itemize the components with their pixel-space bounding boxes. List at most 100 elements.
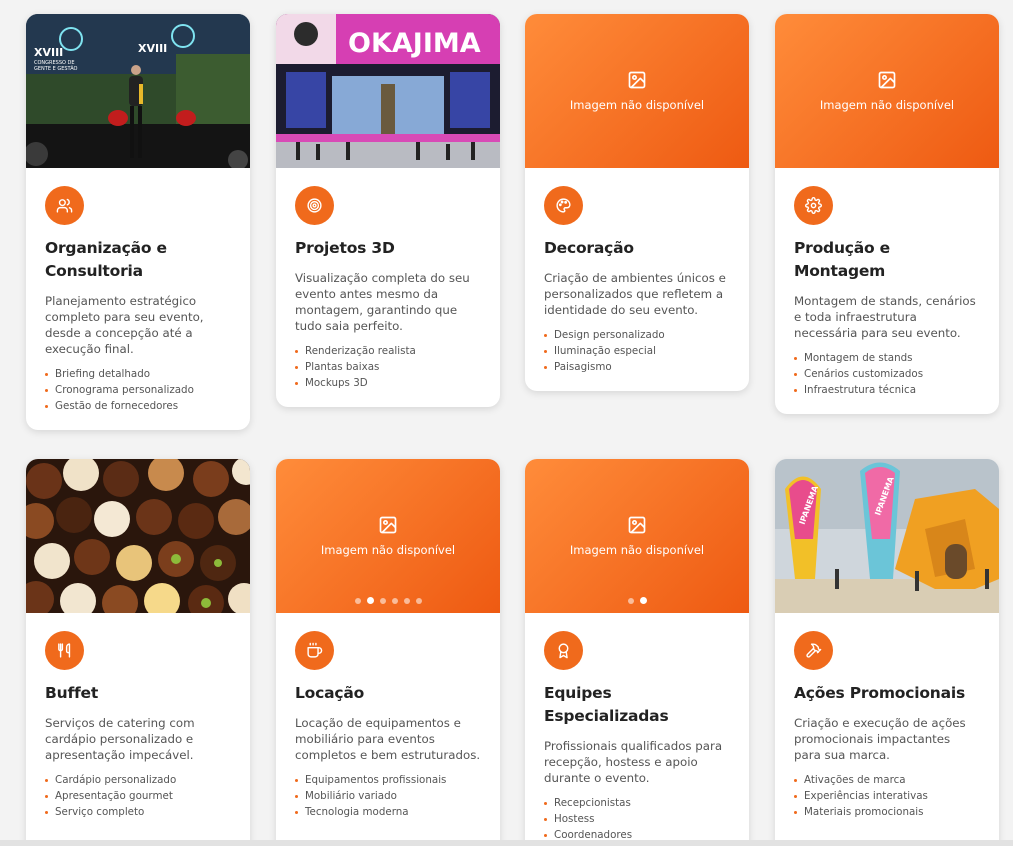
hammer-icon — [794, 631, 833, 670]
carousel-dot[interactable] — [391, 597, 398, 604]
list-item: Gestão de fornecedores — [45, 398, 231, 414]
photo-text-1: XVIII — [34, 46, 63, 59]
image-placeholder: Imagem não disponível — [525, 459, 749, 613]
carousel-dots — [276, 597, 500, 604]
feature-list: Design personalizado Iluminação especial… — [544, 327, 730, 375]
feature-list: Renderização realista Plantas baixas Moc… — [295, 343, 481, 391]
card-title-line: Locação — [295, 684, 365, 702]
list-item: Materiais promocionais — [794, 804, 980, 820]
carousel-dots — [525, 597, 749, 604]
service-card-producao[interactable]: Imagem não disponível Produção e Montage… — [775, 14, 999, 414]
list-item: Cronograma personalizado — [45, 382, 231, 398]
list-item: Apresentação gourmet — [45, 788, 231, 804]
carousel-dot-active[interactable] — [639, 597, 647, 604]
card-title: Ações Promocionais — [794, 682, 980, 705]
feature-list: Equipamentos profissionais Mobiliário va… — [295, 772, 481, 820]
card-description: Criação e execução de ações promocionais… — [794, 716, 966, 762]
list-item: Cenários customizados — [794, 366, 980, 382]
list-item: Serviço completo — [45, 804, 231, 820]
card-photo — [26, 459, 250, 613]
card-title-line: Projetos 3D — [295, 239, 395, 257]
service-card-decoracao[interactable]: Imagem não disponível Decoração Criação … — [525, 14, 749, 391]
service-card-acoes[interactable]: IPANEMA IPANEMA Ações Promocionais Criaç… — [775, 459, 999, 846]
card-title: Buffet — [45, 682, 231, 705]
feature-list: Briefing detalhado Cronograma personaliz… — [45, 366, 231, 414]
card-title-line: Decoração — [544, 239, 634, 257]
card-title: Decoração — [544, 237, 730, 260]
carousel-dot[interactable] — [403, 597, 410, 604]
carousel-dot[interactable] — [354, 597, 361, 604]
card-title: Equipes Especializadas — [544, 682, 730, 728]
card-title: Produção e Montagem — [794, 237, 980, 283]
card-title: Projetos 3D — [295, 237, 481, 260]
target-icon — [295, 186, 334, 225]
award-icon — [544, 631, 583, 670]
image-placeholder: Imagem não disponível — [276, 459, 500, 613]
event-stage-photo: XVIII CONGRESSO DE GENTE E GESTÃO XVIII — [26, 14, 250, 168]
card-title-line: Ações Promocionais — [794, 684, 966, 702]
palette-icon — [544, 186, 583, 225]
list-item: Infraestrutura técnica — [794, 382, 980, 398]
service-card-buffet[interactable]: Buffet Serviços de catering com cardápio… — [26, 459, 250, 846]
card-title-line: Montagem — [794, 262, 886, 280]
service-card-locacao[interactable]: Imagem não disponível Locação Locação de… — [276, 459, 500, 846]
list-item: Mobiliário variado — [295, 788, 481, 804]
carousel-dot[interactable] — [627, 597, 634, 604]
card-description: Profissionais qualificados para recepção… — [544, 739, 723, 785]
bottom-scroll-edge — [0, 840, 1013, 846]
list-item: Renderização realista — [295, 343, 481, 359]
carousel-dot[interactable] — [415, 597, 422, 604]
carousel-dot-active[interactable] — [366, 597, 374, 604]
card-title-line: Organização e — [45, 239, 167, 257]
feature-list: Montagem de stands Cenários customizados… — [794, 350, 980, 398]
service-card-equipes[interactable]: Imagem não disponível Equipes Especializ… — [525, 459, 749, 846]
photo-text: OKAJIMA — [348, 28, 481, 59]
list-item: Cardápio personalizado — [45, 772, 231, 788]
image-placeholder: Imagem não disponível — [525, 14, 749, 168]
list-item: Equipamentos profissionais — [295, 772, 481, 788]
3d-render-photo: OKAJIMA — [276, 14, 500, 168]
gear-icon — [794, 186, 833, 225]
users-icon — [45, 186, 84, 225]
card-photo: IPANEMA IPANEMA — [775, 459, 999, 613]
card-title-line: Produção e — [794, 239, 890, 257]
placeholder-text: Imagem não disponível — [320, 543, 456, 557]
card-description: Montagem de stands, cenários e toda infr… — [794, 294, 976, 340]
card-description: Serviços de catering com cardápio person… — [45, 716, 195, 762]
card-title-line: Equipes — [544, 684, 612, 702]
list-item: Briefing detalhado — [45, 366, 231, 382]
image-icon — [878, 71, 896, 89]
card-title: Organização e Consultoria — [45, 237, 231, 283]
utensils-icon — [45, 631, 84, 670]
list-item: Plantas baixas — [295, 359, 481, 375]
promo-inflatable-photo: IPANEMA IPANEMA — [775, 459, 999, 613]
card-title-line: Buffet — [45, 684, 99, 702]
card-title: Locação — [295, 682, 481, 705]
list-item: Tecnologia moderna — [295, 804, 481, 820]
placeholder-text: Imagem não disponível — [819, 98, 955, 112]
service-card-organizacao[interactable]: XVIII CONGRESSO DE GENTE E GESTÃO XVIII — [26, 14, 250, 430]
card-title-line: Especializadas — [544, 707, 669, 725]
card-description: Planejamento estratégico completo para s… — [45, 294, 204, 356]
card-photo: XVIII CONGRESSO DE GENTE E GESTÃO XVIII — [26, 14, 250, 168]
card-photo: OKAJIMA — [276, 14, 500, 168]
placeholder-text: Imagem não disponível — [569, 543, 705, 557]
service-card-projetos-3d[interactable]: OKAJIMA Projetos 3D Visualização complet… — [276, 14, 500, 407]
image-icon — [379, 516, 397, 534]
list-item: Paisagismo — [544, 359, 730, 375]
placeholder-text: Imagem não disponível — [569, 98, 705, 112]
card-description: Locação de equipamentos e mobiliário par… — [295, 716, 481, 762]
feature-list: Cardápio personalizado Apresentação gour… — [45, 772, 231, 820]
list-item: Ativações de marca — [794, 772, 980, 788]
list-item: Hostess — [544, 811, 730, 827]
carousel-dot[interactable] — [379, 597, 386, 604]
card-title-line: Consultoria — [45, 262, 143, 280]
card-description: Visualização completa do seu evento ante… — [295, 271, 470, 333]
list-item: Mockups 3D — [295, 375, 481, 391]
list-item: Experiências interativas — [794, 788, 980, 804]
list-item: Recepcionistas — [544, 795, 730, 811]
image-placeholder: Imagem não disponível — [775, 14, 999, 168]
list-item: Iluminação especial — [544, 343, 730, 359]
card-description: Criação de ambientes únicos e personaliz… — [544, 271, 726, 317]
chocolates-photo — [26, 459, 250, 613]
